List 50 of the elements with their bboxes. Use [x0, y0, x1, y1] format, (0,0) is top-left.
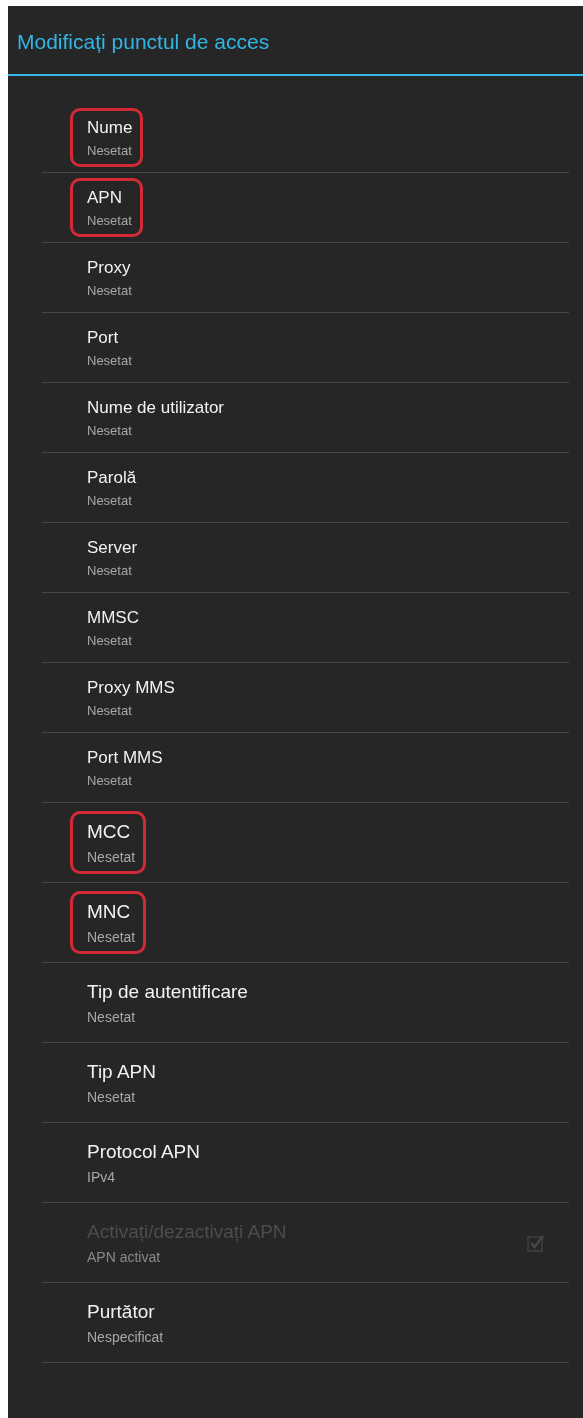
- setting-item[interactable]: Port MMS Nesetat: [42, 733, 569, 803]
- setting-item[interactable]: Tip APN Nesetat: [42, 1043, 569, 1123]
- setting-label: Proxy: [87, 256, 131, 279]
- setting-value: Nesetat: [87, 848, 136, 865]
- setting-item[interactable]: Parolă Nesetat: [42, 453, 569, 523]
- setting-value: Nesetat: [87, 493, 132, 509]
- setting-label: Port: [87, 326, 119, 349]
- setting-item[interactable]: Nume Nesetat: [42, 103, 569, 173]
- setting-value: Nesetat: [87, 1088, 136, 1105]
- setting-value: Nesetat: [87, 423, 132, 439]
- setting-label: Server: [87, 536, 138, 559]
- setting-value: Nesetat: [87, 353, 132, 369]
- setting-item[interactable]: Port Nesetat: [42, 313, 569, 383]
- setting-value: Nesetat: [87, 703, 132, 719]
- setting-label: APN: [87, 186, 122, 209]
- setting-label: Tip APN: [87, 1060, 156, 1084]
- setting-label: Nume de utilizator: [87, 396, 224, 419]
- setting-value: Nesetat: [87, 563, 132, 579]
- setting-value: Nesetat: [87, 143, 132, 159]
- setting-value: APN activat: [87, 1248, 161, 1265]
- setting-value: Nesetat: [87, 283, 132, 299]
- setting-label: Parolă: [87, 466, 137, 489]
- setting-value: Nesetat: [87, 633, 132, 649]
- setting-item[interactable]: Server Nesetat: [42, 523, 569, 593]
- setting-item[interactable]: MCC Nesetat: [42, 803, 569, 883]
- setting-label: Proxy MMS: [87, 676, 175, 699]
- setting-item[interactable]: APN Nesetat: [42, 173, 569, 243]
- setting-item[interactable]: Proxy MMS Nesetat: [42, 663, 569, 733]
- setting-label: Nume: [87, 116, 133, 139]
- setting-value: IPv4: [87, 1168, 115, 1185]
- setting-item[interactable]: Nume de utilizator Nesetat: [42, 383, 569, 453]
- setting-item[interactable]: Tip de autentificare Nesetat: [42, 963, 569, 1043]
- setting-label: Purtător: [87, 1300, 155, 1324]
- setting-value: Nesetat: [87, 928, 136, 945]
- setting-value: Nesetat: [87, 773, 132, 789]
- setting-label: Protocol APN: [87, 1140, 200, 1164]
- setting-value: Nesetat: [87, 1008, 136, 1025]
- screen-title: Modificați punctul de acces: [16, 29, 270, 54]
- setting-label: MCC: [87, 820, 131, 844]
- setting-label: Port MMS: [87, 746, 163, 769]
- setting-value: Nespecificat: [87, 1328, 164, 1345]
- setting-value: Nesetat: [87, 213, 132, 229]
- setting-item[interactable]: Protocol APN IPv4: [42, 1123, 569, 1203]
- setting-item[interactable]: Proxy Nesetat: [42, 243, 569, 313]
- setting-item[interactable]: MNC Nesetat: [42, 883, 569, 963]
- setting-label: MNC: [87, 900, 131, 924]
- setting-item[interactable]: MMSC Nesetat: [42, 593, 569, 663]
- setting-label: MMSC: [87, 606, 139, 629]
- setting-item[interactable]: Purtător Nespecificat: [42, 1283, 569, 1363]
- setting-label: Tip de autentificare: [87, 980, 248, 1004]
